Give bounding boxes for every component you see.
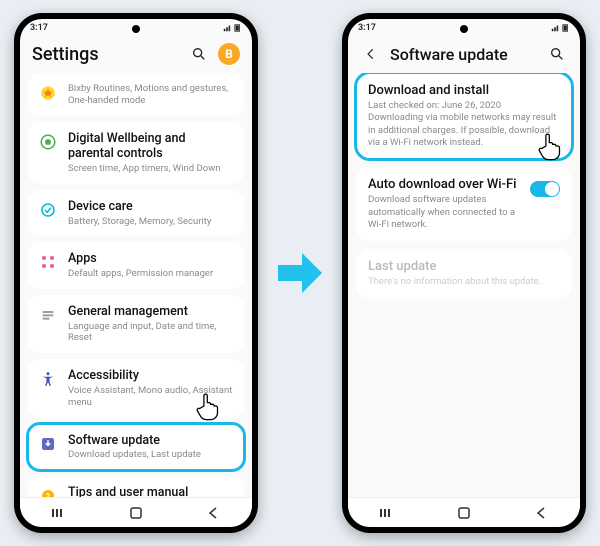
general-icon [38, 305, 58, 325]
auto-download-toggle[interactable] [530, 181, 560, 197]
settings-item-sub: Screen time, App timers, Wind Down [68, 163, 234, 175]
back-button[interactable] [201, 506, 225, 520]
auto-download-title: Auto download over Wi-Fi [368, 177, 522, 192]
settings-item-general[interactable]: General management Language and input, D… [28, 295, 244, 353]
phone-left: 3:17 Settings B Bixby Routines, Motions … [14, 13, 258, 533]
apps-icon [38, 252, 58, 272]
nav-bar [20, 497, 252, 527]
accessibility-icon [38, 369, 58, 389]
profile-avatar[interactable]: B [218, 43, 240, 65]
status-icons [551, 24, 570, 32]
settings-item-label: Software update [68, 433, 234, 449]
screen-right: 3:17 Software update Download and instal… [348, 19, 580, 527]
screen-left: 3:17 Settings B Bixby Routines, Motions … [20, 19, 252, 527]
back-icon[interactable] [360, 43, 382, 65]
status-time: 3:17 [30, 23, 48, 33]
download-and-install[interactable]: Download and install Last checked on: Ju… [356, 73, 572, 159]
home-button[interactable] [124, 506, 148, 520]
settings-item-label: Apps [68, 251, 234, 267]
settings-item-label: General management [68, 304, 234, 320]
device-care-icon [38, 200, 58, 220]
status-icons [223, 24, 242, 32]
page-title: Software update [390, 45, 538, 64]
settings-item-apps[interactable]: Apps Default apps, Permission manager [28, 242, 244, 289]
nav-bar [348, 497, 580, 527]
advanced-icon [38, 83, 58, 103]
software-update-icon [38, 434, 58, 454]
settings-item-sub: Battery, Storage, Memory, Security [68, 216, 234, 228]
download-sub: Last checked on: June 26, 2020 Downloadi… [368, 100, 560, 149]
settings-item-label: Digital Wellbeing and parental controls [68, 131, 234, 162]
page-title: Settings [32, 44, 180, 65]
settings-item-sub: Language and input, Date and time, Reset [68, 321, 234, 345]
last-update-sub: There's no information about this update… [368, 276, 560, 288]
settings-item-sub: Default apps, Permission manager [68, 268, 234, 280]
settings-item-tips[interactable]: ? Tips and user manual Discover, Get mor… [28, 476, 244, 497]
camera-hole [132, 25, 140, 33]
settings-item-wellbeing[interactable]: Digital Wellbeing and parental controls … [28, 122, 244, 184]
settings-item-label: Device care [68, 199, 234, 215]
settings-list: Bixby Routines, Motions and gestures, On… [20, 73, 252, 497]
settings-header: Settings B [20, 37, 252, 73]
tips-icon: ? [38, 486, 58, 497]
settings-item-device-care[interactable]: Device care Battery, Storage, Memory, Se… [28, 190, 244, 237]
settings-item-label: Tips and user manual [68, 485, 234, 497]
search-icon[interactable] [546, 43, 568, 65]
last-update: Last update There's no information about… [356, 249, 572, 298]
settings-item-label: Bixby Routines, Motions and gestures, On… [68, 83, 234, 107]
phone-right: 3:17 Software update Download and instal… [342, 13, 586, 533]
settings-item-accessibility[interactable]: Accessibility Voice Assistant, Mono audi… [28, 359, 244, 417]
search-icon[interactable] [188, 43, 210, 65]
wellbeing-icon [38, 132, 58, 152]
camera-hole [460, 25, 468, 33]
auto-download-sub: Download software updates automatically … [368, 194, 522, 231]
settings-item-software-update[interactable]: Software update Download updates, Last u… [28, 424, 244, 471]
recents-button[interactable] [375, 506, 399, 520]
status-time: 3:17 [358, 23, 376, 33]
back-button[interactable] [529, 506, 553, 520]
update-header: Software update [348, 37, 580, 73]
update-content: Download and install Last checked on: Ju… [348, 73, 580, 497]
last-update-title: Last update [368, 259, 560, 274]
auto-download-wifi[interactable]: Auto download over Wi-Fi Download softwa… [356, 167, 572, 241]
settings-item-sub: Download updates, Last update [68, 449, 234, 461]
home-button[interactable] [452, 506, 476, 520]
download-title: Download and install [368, 83, 560, 98]
recents-button[interactable] [47, 506, 71, 520]
settings-item-sub: Voice Assistant, Mono audio, Assistant m… [68, 385, 234, 409]
settings-item-label: Accessibility [68, 368, 234, 384]
arrow-right-icon [276, 243, 324, 303]
settings-item-advanced[interactable]: Bixby Routines, Motions and gestures, On… [28, 73, 244, 116]
